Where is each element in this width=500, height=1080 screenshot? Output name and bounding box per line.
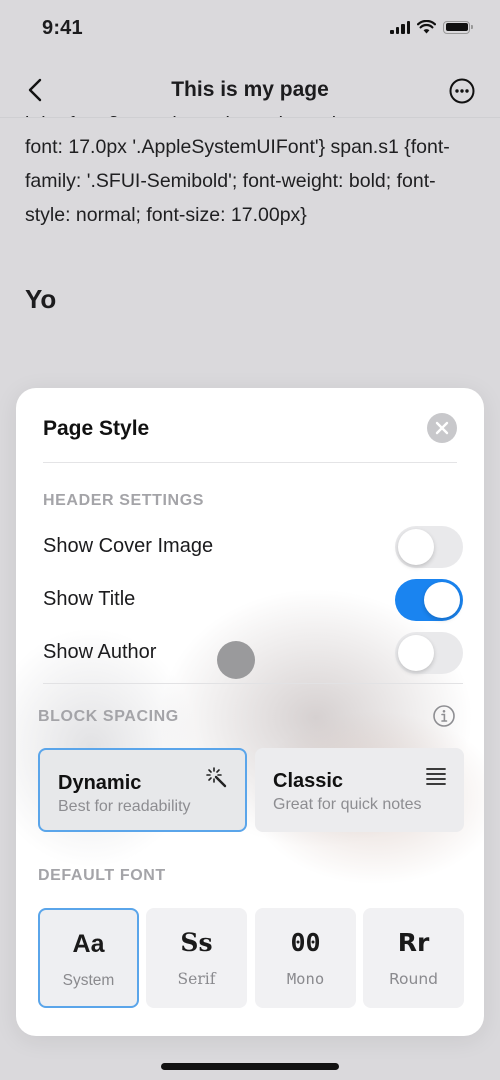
status-icons	[390, 20, 473, 34]
toggle-row-cover-image: Show Cover Image	[43, 524, 463, 568]
spacing-option-dynamic[interactable]: Dynamic Best for readability	[38, 748, 247, 832]
toggle-label: Show Title	[43, 588, 136, 610]
home-indicator[interactable]	[161, 1063, 339, 1070]
header-settings-label: HEADER SETTINGS	[43, 492, 205, 509]
font-glyph: Ss	[180, 928, 213, 957]
battery-icon	[443, 20, 473, 34]
font-glyph: Aa	[72, 930, 105, 958]
show-author-switch[interactable]	[395, 632, 463, 674]
block-spacing-label: BLOCK SPACING	[38, 708, 179, 725]
option-subtitle: Best for readability	[58, 798, 191, 815]
wifi-icon	[417, 20, 436, 34]
body-text[interactable]: font: 17.0px '.AppleSystemUIFont'} span.…	[25, 130, 480, 232]
font-option-round[interactable]: Rr Round	[363, 908, 464, 1008]
info-circle-icon[interactable]	[432, 704, 456, 728]
switch-knob	[398, 635, 434, 671]
toggle-label: Show Author	[43, 641, 157, 663]
text-lines-icon	[426, 768, 446, 785]
font-name: Serif	[177, 970, 216, 988]
nav-bar: This is my page	[0, 62, 500, 118]
font-name: Mono	[286, 970, 325, 988]
option-title: Dynamic	[58, 772, 142, 794]
show-cover-image-switch[interactable]	[395, 526, 463, 568]
section-heading[interactable]: Yo	[25, 284, 480, 315]
spacing-option-classic[interactable]: Classic Great for quick notes	[255, 748, 464, 832]
cellular-signal-icon	[390, 20, 410, 34]
font-glyph: 00	[290, 928, 321, 957]
switch-knob	[398, 529, 434, 565]
ellipsis-circle-icon[interactable]	[448, 77, 476, 105]
status-time: 9:41	[42, 17, 83, 39]
page-title: This is my page	[171, 78, 329, 101]
font-option-system[interactable]: Aa System	[38, 908, 139, 1008]
xmark-icon	[435, 421, 449, 435]
option-title: Classic	[273, 770, 344, 792]
status-bar: 9:41	[0, 0, 500, 60]
magic-wand-icon	[206, 767, 227, 788]
close-button[interactable]	[427, 413, 457, 443]
switch-knob	[424, 582, 460, 618]
default-font-label: DEFAULT FONT	[38, 867, 166, 884]
page-body: p.p1 {margin: 0.0px 0.0px 0.0px 0.0px; f…	[25, 116, 480, 315]
clipped-text-line: p.p1 {margin: 0.0px 0.0px 0.0px 0.0px;	[25, 116, 480, 124]
font-glyph: Rr	[397, 928, 430, 957]
sheet-title: Page Style	[43, 417, 150, 440]
font-option-serif[interactable]: Ss Serif	[146, 908, 247, 1008]
option-subtitle: Great for quick notes	[273, 796, 422, 813]
touch-indicator	[217, 641, 255, 679]
font-name: Round	[388, 970, 439, 988]
page-style-sheet: Page Style HEADER SETTINGS Show Cover Im…	[16, 388, 484, 1036]
font-option-mono[interactable]: 00 Mono	[255, 908, 356, 1008]
toggle-label: Show Cover Image	[43, 535, 214, 557]
show-title-switch[interactable]	[395, 579, 463, 621]
toggle-row-title: Show Title	[43, 577, 463, 621]
sheet-header: Page Style	[43, 388, 457, 463]
divider	[43, 683, 463, 684]
font-name: System	[62, 972, 115, 989]
